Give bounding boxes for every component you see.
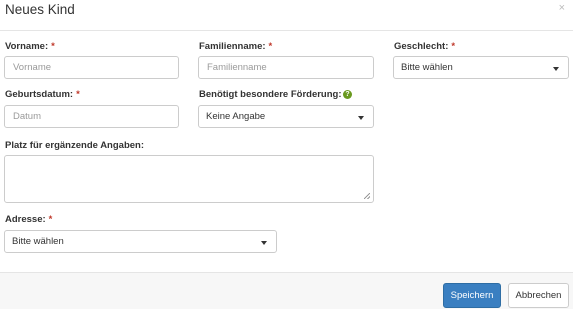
chevron-down-icon <box>358 116 364 120</box>
foerderung-label-text: Benötigt besondere Förderung: <box>199 89 342 100</box>
angaben-textarea[interactable] <box>4 155 374 203</box>
adresse-select[interactable]: Bitte wählen <box>4 230 277 253</box>
angaben-label: Platz für ergänzende Angaben: <box>5 140 144 152</box>
save-button[interactable]: Speichern <box>443 283 501 308</box>
vorname-label-text: Vorname: <box>5 41 49 52</box>
vorname-input[interactable] <box>4 56 179 79</box>
familienname-label-text: Familienname: <box>199 41 266 52</box>
adresse-selected-value: Bitte wählen <box>12 236 64 247</box>
modal-footer: Speichern Abbrechen <box>0 272 573 309</box>
required-marker: * <box>451 41 456 52</box>
geschlecht-selected-value: Bitte wählen <box>401 62 453 73</box>
required-marker: * <box>268 41 273 52</box>
required-marker: * <box>48 214 53 225</box>
geschlecht-label: Geschlecht: * <box>394 41 455 53</box>
foerderung-label: Benötigt besondere Förderung: <box>199 89 342 101</box>
foerderung-selected-value: Keine Angabe <box>206 111 266 122</box>
help-icon[interactable]: ? <box>343 90 352 99</box>
cancel-button[interactable]: Abbrechen <box>508 283 569 308</box>
new-child-modal: Neues Kind × Vorname:* Familienname:* Ge… <box>0 0 573 309</box>
familienname-input[interactable] <box>198 56 374 79</box>
geschlecht-select[interactable]: Bitte wählen <box>393 56 569 79</box>
geschlecht-label-text: Geschlecht: <box>394 41 449 52</box>
required-marker: * <box>76 89 80 100</box>
angaben-label-text: Platz für ergänzende Angaben: <box>5 140 144 151</box>
foerderung-select[interactable]: Keine Angabe <box>198 105 374 128</box>
adresse-label: Adresse: * <box>5 214 52 226</box>
geburtsdatum-input[interactable] <box>4 105 179 128</box>
familienname-label: Familienname: * <box>199 41 272 53</box>
geburtsdatum-label-text: Geburtsdatum: <box>5 89 74 100</box>
chevron-down-icon <box>261 241 267 245</box>
close-icon[interactable]: × <box>559 1 565 15</box>
modal-header: Neues Kind × <box>0 0 573 31</box>
geburtsdatum-label: Geburtsdatum: * <box>5 89 80 101</box>
vorname-label: Vorname: * <box>5 41 55 53</box>
adresse-label-text: Adresse: <box>5 214 46 225</box>
chevron-down-icon <box>553 67 559 71</box>
modal-title: Neues Kind <box>5 2 75 17</box>
resize-grip-icon[interactable] <box>364 193 370 199</box>
required-marker: * <box>51 41 55 52</box>
